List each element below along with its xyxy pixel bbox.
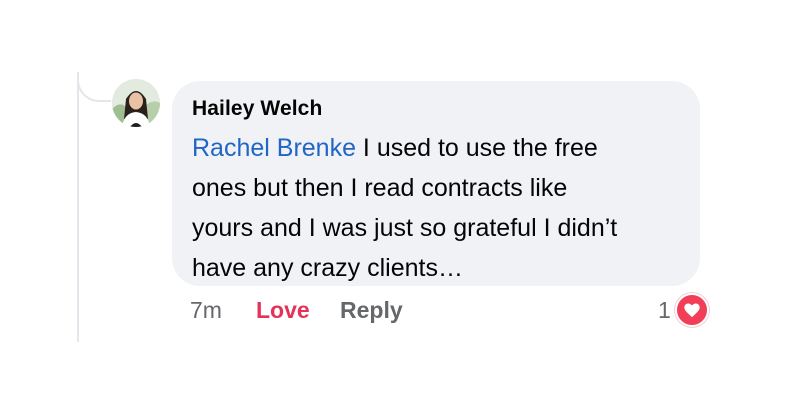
comment-line: ones but then I read contracts like [192, 174, 568, 202]
comment-text: Rachel Brenke I used to use the free ones… [192, 128, 680, 288]
comment-line: have any crazy clients… [192, 254, 463, 282]
reaction-count: 1 [658, 296, 671, 323]
thread-connector-line [77, 72, 79, 342]
reply-button[interactable]: Reply [340, 297, 403, 324]
comment-bubble: Hailey Welch Rachel Brenke I used to use… [172, 81, 700, 286]
love-button[interactable]: Love [256, 297, 340, 324]
comment-line: I used to use the free [355, 134, 598, 162]
comment-line: yours and I was just so grateful I didn’… [192, 214, 618, 242]
heart-shape [684, 303, 700, 317]
profile-photo-icon [112, 79, 160, 127]
thread-connector-curve [77, 72, 111, 102]
avatar[interactable] [112, 79, 160, 127]
mention-link[interactable]: Rachel Brenke [192, 134, 356, 162]
timestamp[interactable]: 7m [190, 297, 256, 324]
comment-actions: 7m Love Reply [190, 294, 403, 326]
comment-author[interactable]: Hailey Welch [192, 96, 680, 122]
reaction-summary[interactable]: 1 [658, 293, 709, 327]
heart-icon [674, 293, 709, 327]
